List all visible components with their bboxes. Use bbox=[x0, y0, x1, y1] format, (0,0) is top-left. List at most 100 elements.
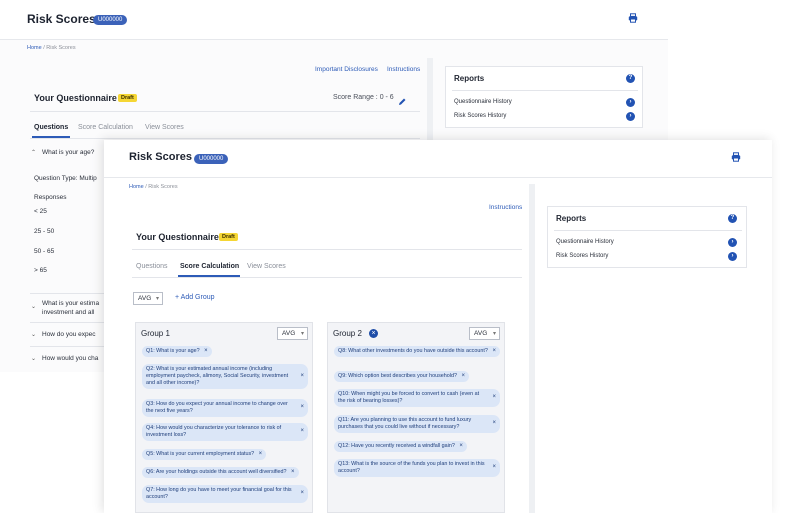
question-2-header[interactable]: What is your estima bbox=[42, 300, 99, 307]
chip-label: Q3: How do you expect your annual income… bbox=[146, 401, 288, 414]
question-chip[interactable]: Q8: What other investments do you have o… bbox=[334, 346, 500, 357]
front-window: Risk Scores U000000 Home / Risk Scores I… bbox=[104, 140, 772, 513]
question-chip[interactable]: Q5: What is your current employment stat… bbox=[142, 449, 267, 460]
close-icon[interactable]: × bbox=[492, 464, 496, 471]
pencil-icon[interactable] bbox=[398, 93, 407, 105]
group-method-select[interactable]: AVG ▾ bbox=[277, 327, 308, 340]
question-type: Question Type: Multip bbox=[34, 175, 97, 182]
question-4-header[interactable]: How would you cha bbox=[42, 355, 98, 362]
chip-label: Q5: What is your current employment stat… bbox=[146, 451, 255, 457]
questionnaire-title: Your Questionnaire bbox=[136, 232, 219, 242]
add-group-button[interactable]: + Add Group bbox=[175, 294, 215, 301]
chip-label: Q11: Are you planning to use this accoun… bbox=[338, 417, 472, 430]
close-icon[interactable]: × bbox=[300, 404, 304, 411]
response-item: 50 - 65 bbox=[34, 248, 55, 255]
question-chip[interactable]: Q13: What is the source of the funds you… bbox=[334, 459, 500, 477]
arrow-right-circle-icon[interactable]: › bbox=[728, 238, 737, 247]
top-bar: Risk Scores U000000 bbox=[104, 140, 772, 178]
question-2-header-cont: investment and all bbox=[42, 309, 95, 316]
divider bbox=[554, 230, 742, 231]
chevron-down-icon[interactable]: ⌄ bbox=[31, 355, 36, 362]
close-icon[interactable]: × bbox=[300, 373, 304, 380]
reports-title: Reports bbox=[556, 214, 587, 223]
instructions-link[interactable]: Instructions bbox=[387, 66, 420, 73]
question-circle-icon[interactable]: ? bbox=[728, 214, 737, 223]
divider bbox=[30, 322, 110, 323]
tab-score-calculation[interactable]: Score Calculation bbox=[180, 263, 239, 270]
question-chip[interactable]: Q9: Which option best describes your hou… bbox=[334, 371, 469, 382]
group-title: Group 2 bbox=[333, 329, 362, 338]
close-icon[interactable]: × bbox=[300, 490, 304, 497]
breadcrumb-home[interactable]: Home bbox=[129, 184, 144, 190]
report-questionnaire-history[interactable]: Questionnaire History bbox=[454, 99, 512, 105]
chip-label: Q8: What other investments do you have o… bbox=[338, 348, 488, 354]
printer-icon[interactable] bbox=[731, 152, 741, 162]
user-id-badge: U000000 bbox=[93, 15, 128, 25]
question-chip[interactable]: Q6: Are your holdings outside this accou… bbox=[142, 467, 299, 478]
arrow-right-circle-icon[interactable]: › bbox=[728, 252, 737, 261]
global-method-value: AVG bbox=[138, 295, 152, 302]
close-circle-icon[interactable]: × bbox=[369, 329, 378, 338]
tab-score-calculation[interactable]: Score Calculation bbox=[78, 124, 133, 131]
divider bbox=[132, 249, 522, 250]
close-icon[interactable]: × bbox=[300, 428, 304, 435]
close-icon[interactable]: × bbox=[204, 348, 208, 355]
user-id-badge: U000000 bbox=[194, 154, 229, 164]
question-chip[interactable]: Q3: How do you expect your annual income… bbox=[142, 399, 308, 417]
arrow-right-circle-icon[interactable]: › bbox=[626, 112, 635, 121]
instructions-link[interactable]: Instructions bbox=[489, 204, 522, 211]
report-risk-scores-history[interactable]: Risk Scores History bbox=[556, 253, 608, 259]
chevron-down-icon[interactable]: ⌄ bbox=[31, 303, 36, 310]
tab-view-scores[interactable]: View Scores bbox=[247, 263, 286, 270]
report-risk-scores-history[interactable]: Risk Scores History bbox=[454, 113, 506, 119]
group-method-value: AVG bbox=[474, 330, 488, 337]
chevron-up-icon[interactable]: ⌃ bbox=[31, 149, 36, 156]
close-icon[interactable]: × bbox=[492, 394, 496, 401]
question-chip[interactable]: Q4: How would you characterize your tole… bbox=[142, 423, 308, 441]
question-circle-icon[interactable]: ? bbox=[626, 74, 635, 83]
breadcrumb-home[interactable]: Home bbox=[27, 45, 42, 51]
draft-badge: Draft bbox=[118, 94, 137, 102]
reports-panel: Reports ? Questionnaire History › Risk S… bbox=[445, 66, 643, 128]
question-chip[interactable]: Q12: Have you recently received a windfa… bbox=[334, 441, 467, 452]
chip-label: Q10: When might you be forced to convert… bbox=[338, 391, 480, 404]
close-icon[interactable]: × bbox=[492, 348, 496, 355]
important-disclosures-link[interactable]: Important Disclosures bbox=[315, 66, 378, 73]
close-icon[interactable]: × bbox=[461, 373, 465, 380]
divider bbox=[30, 293, 110, 294]
group-method-select[interactable]: AVG ▾ bbox=[469, 327, 500, 340]
chevron-down-icon[interactable]: ⌄ bbox=[31, 331, 36, 338]
reports-panel: Reports ? Questionnaire History › Risk S… bbox=[547, 206, 747, 268]
close-icon[interactable]: × bbox=[291, 469, 295, 476]
tab-questions[interactable]: Questions bbox=[34, 124, 68, 131]
close-icon[interactable]: × bbox=[492, 420, 496, 427]
reports-title: Reports bbox=[454, 74, 485, 83]
score-range: Score Range : 0 - 6 bbox=[333, 94, 394, 101]
printer-icon[interactable] bbox=[628, 13, 638, 23]
chip-label: Q7: How long do you have to meet your fi… bbox=[146, 487, 292, 500]
tab-view-scores[interactable]: View Scores bbox=[145, 124, 184, 131]
question-chip[interactable]: Q11: Are you planning to use this accoun… bbox=[334, 415, 500, 433]
app-title: Risk Scores bbox=[27, 12, 96, 26]
chip-label: Q6: Are your holdings outside this accou… bbox=[146, 469, 287, 475]
question-chip[interactable]: Q7: How long do you have to meet your fi… bbox=[142, 485, 308, 503]
close-icon[interactable]: × bbox=[459, 443, 463, 450]
tab-questions[interactable]: Questions bbox=[136, 263, 168, 270]
question-chip[interactable]: Q2: What is your estimated annual income… bbox=[142, 364, 308, 389]
arrow-right-circle-icon[interactable]: › bbox=[626, 98, 635, 107]
group-1-panel: Group 1 AVG ▾ Q1: What is your age? × Q2:… bbox=[135, 322, 313, 513]
divider bbox=[30, 111, 420, 112]
chip-label: Q13: What is the source of the funds you… bbox=[338, 461, 485, 474]
question-1-header[interactable]: What is your age? bbox=[42, 149, 94, 156]
column-divider bbox=[529, 184, 535, 513]
breadcrumb-separator: / bbox=[43, 45, 45, 51]
close-icon[interactable]: × bbox=[259, 451, 263, 458]
breadcrumb: Home / Risk Scores bbox=[27, 45, 76, 51]
report-questionnaire-history[interactable]: Questionnaire History bbox=[556, 239, 614, 245]
chip-label: Q4: How would you characterize your tole… bbox=[146, 425, 282, 438]
question-chip[interactable]: Q1: What is your age? × bbox=[142, 346, 212, 357]
global-method-select[interactable]: AVG ▾ bbox=[133, 292, 163, 305]
chip-label: Q1: What is your age? bbox=[146, 348, 200, 354]
question-3-header[interactable]: How do you expec bbox=[42, 331, 95, 338]
question-chip[interactable]: Q10: When might you be forced to convert… bbox=[334, 389, 500, 407]
